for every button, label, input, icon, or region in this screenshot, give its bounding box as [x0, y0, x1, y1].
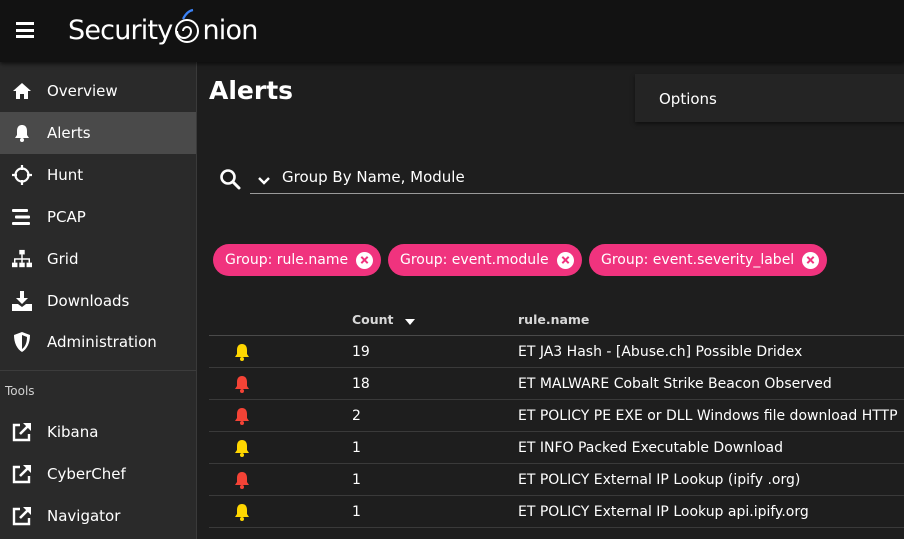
table-row[interactable]: 1 ET INFO Packed Executable Download	[209, 432, 904, 464]
cell-rule-name: ET MALWARE Cobalt Strike Beacon Observed	[518, 376, 832, 392]
sidebar-item-overview[interactable]: Overview	[0, 70, 196, 112]
sidebar-item-label: CyberChef	[47, 465, 126, 483]
sidebar-item-alerts[interactable]: Alerts	[0, 112, 196, 154]
sidebar-item-navigator[interactable]: Navigator	[0, 495, 196, 537]
sidebar-item-label: Navigator	[47, 507, 121, 525]
cell-count: 18	[352, 376, 370, 392]
sidebar-item-label: PCAP	[47, 208, 86, 226]
sidebar-item-label: Downloads	[47, 292, 130, 310]
cell-count: 1	[352, 472, 361, 488]
top-app-bar: Security nion	[0, 0, 904, 62]
options-panel-header[interactable]: Options	[635, 74, 904, 122]
column-header-label: Count	[352, 312, 394, 327]
cell-count: 1	[352, 504, 361, 520]
bell-icon	[235, 408, 249, 425]
close-icon[interactable]	[802, 251, 820, 269]
group-chip-event-severity-label[interactable]: Group: event.severity_label	[589, 244, 828, 276]
sidebar-divider	[0, 370, 196, 371]
sidebar-item-label: Kibana	[47, 423, 99, 441]
sidebar-item-grid[interactable]: Grid	[0, 238, 196, 280]
crosshairs-icon	[12, 165, 32, 185]
security-onion-logo[interactable]: Security nion	[68, 8, 258, 52]
sidebar-item-label: Grid	[47, 250, 79, 268]
sitemap-icon	[12, 249, 32, 269]
cell-count: 2	[352, 408, 361, 424]
sidebar-item-label: Administration	[47, 333, 157, 351]
stream-icon	[12, 207, 32, 227]
options-label: Options	[659, 90, 717, 108]
bell-icon	[235, 504, 249, 521]
sidebar: Overview Alerts Hunt PCAP Grid Downloads	[0, 62, 197, 539]
group-chip-event-module[interactable]: Group: event.module	[388, 244, 582, 276]
column-header-rule-name[interactable]: rule.name	[518, 312, 589, 327]
group-chip-rule-name[interactable]: Group: rule.name	[213, 244, 382, 276]
bell-icon	[235, 344, 249, 361]
chip-label: Group: rule.name	[225, 252, 349, 268]
sidebar-item-hunt[interactable]: Hunt	[0, 154, 196, 196]
table-row[interactable]: 1 ET POLICY External IP Lookup api.ipify…	[209, 496, 904, 528]
cell-rule-name: ET INFO Packed Executable Download	[518, 440, 784, 456]
cell-rule-name: ET POLICY External IP Lookup (ipify .org…	[518, 472, 801, 488]
search-icon[interactable]	[219, 168, 241, 190]
bell-icon	[235, 440, 249, 457]
cell-rule-name: ET POLICY PE EXE or DLL Windows file dow…	[518, 408, 898, 424]
sidebar-item-cyberchef[interactable]: CyberChef	[0, 453, 196, 495]
cell-rule-name: ET JA3 Hash - [Abuse.ch] Possible Dridex	[518, 344, 803, 360]
table-row[interactable]: 18 ET MALWARE Cobalt Strike Beacon Obser…	[209, 368, 904, 400]
table-row[interactable]: 2 ET POLICY PE EXE or DLL Windows file d…	[209, 400, 904, 432]
bell-icon	[235, 376, 249, 393]
chip-label: Group: event.module	[400, 252, 549, 268]
menu-icon[interactable]	[16, 22, 34, 38]
external-link-icon	[12, 464, 32, 484]
sidebar-item-pcap[interactable]: PCAP	[0, 196, 196, 238]
logo-text-left: Security	[68, 14, 173, 46]
close-icon[interactable]	[356, 251, 374, 269]
shield-icon	[12, 332, 32, 352]
chevron-down-icon[interactable]	[256, 173, 272, 189]
cell-rule-name: ET POLICY External IP Lookup api.ipify.o…	[518, 504, 809, 520]
close-icon[interactable]	[556, 251, 574, 269]
sidebar-item-label: Hunt	[47, 166, 84, 184]
table-row[interactable]: 19 ET JA3 Hash - [Abuse.ch] Possible Dri…	[209, 336, 904, 368]
cell-count: 19	[352, 344, 370, 360]
page-title: Alerts	[209, 76, 294, 105]
logo-text-right: nion	[202, 14, 258, 46]
bell-icon	[12, 123, 32, 143]
external-link-icon	[12, 506, 32, 526]
chip-label: Group: event.severity_label	[601, 252, 795, 268]
sidebar-item-label: Alerts	[47, 124, 91, 142]
sidebar-item-kibana[interactable]: Kibana	[0, 411, 196, 453]
sidebar-item-label: Overview	[47, 82, 118, 100]
home-icon	[12, 81, 32, 101]
table-row[interactable]: 1 ET POLICY External IP Lookup (ipify .o…	[209, 464, 904, 496]
bell-icon	[235, 472, 249, 489]
cell-count: 1	[352, 440, 361, 456]
sidebar-item-downloads[interactable]: Downloads	[0, 280, 196, 322]
download-icon	[12, 291, 32, 311]
column-header-count[interactable]: Count	[352, 312, 416, 327]
sort-desc-icon[interactable]	[404, 317, 416, 327]
sidebar-item-administration[interactable]: Administration	[0, 321, 196, 363]
query-input[interactable]	[250, 160, 904, 194]
main-content: Alerts Options Group: rule.name Group: e…	[197, 62, 904, 539]
tools-section-label: Tools	[5, 384, 35, 398]
external-link-icon	[12, 422, 32, 442]
onion-swirl-icon	[175, 8, 200, 43]
